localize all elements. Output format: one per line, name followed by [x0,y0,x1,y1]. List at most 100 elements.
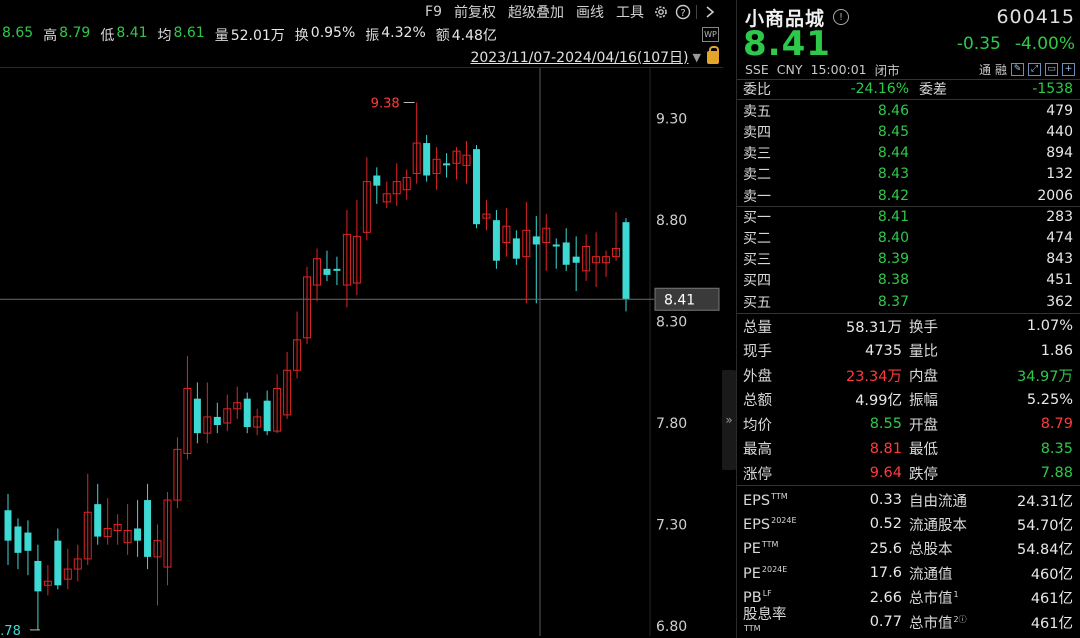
fundamental-label: PE2024E [743,565,803,582]
level-volume: 843 [1046,251,1073,268]
level-label: 卖四 [743,124,771,141]
lock-icon[interactable] [707,45,719,64]
level-label: 卖五 [743,103,771,120]
stat-row: 最高 8.81 最低 8.35 [743,437,1073,461]
fuquan-button[interactable]: 前复权 [448,2,502,22]
fundamental-label-sup: 1 [953,590,959,600]
candle-body [423,143,431,176]
last-price: 8.41 [743,24,831,64]
date-range-selector[interactable]: 2023/11/07-2024/04/16(107日) ▼ [470,45,719,67]
sell-level-row[interactable]: 卖四 8.45 440 [743,121,1073,142]
stat-value: 7.88 [1040,465,1073,481]
min-price-marker: 6.78 [0,624,21,638]
stat-value: 4735 [865,342,902,359]
ohlc-label: 额 [435,28,450,44]
stat-label: 内盘 [909,368,938,385]
gear-icon[interactable] [650,2,672,22]
window-icon[interactable]: ▭ [1045,62,1058,76]
stat-label: 最高 [743,442,772,458]
stat-label: 换手 [909,319,938,336]
level-volume: 479 [1046,102,1073,119]
tools-button[interactable]: 工具 [610,2,650,22]
candle-body [622,222,630,300]
candle-body [144,500,152,557]
stat-row: 外盘 23.34万 内盘 34.97万 [743,363,1073,387]
y-tick-label: 9.30 [656,112,687,128]
sell-level-row[interactable]: 卖二 8.43 132 [743,164,1073,185]
quote-time: 15:00:01 [810,61,867,77]
chevron-right-icon[interactable] [699,2,721,22]
stat-row: 总额 4.99亿 振幅 5.25% [743,388,1073,412]
candlestick-chart[interactable]: 9.30 8.80 8.30 7.80 7.30 6.80 8.41 9.38 6.78 [0,0,723,638]
max-price-marker: 9.38 [371,96,400,111]
stat-value: 58.31万 [845,319,902,336]
fundamental-label-text: 自由流通 [909,493,967,510]
stat-row: 均价 8.55 开盘 8.79 [743,412,1073,436]
ohlc-value: 8.41 [116,25,148,41]
buy-level-row[interactable]: 买一 8.41 283 [743,206,1073,227]
level-price: 8.37 [877,293,909,310]
fundamental-label: 总市值1 [909,587,989,608]
candle-body [94,504,102,537]
candle-body [512,238,520,259]
stat-label: 总额 [743,393,772,409]
sell-level-row[interactable]: 卖一 8.42 2006 [743,185,1073,206]
info-icon[interactable]: ! [833,9,850,25]
stat-value: 8.81 [869,440,902,457]
stat-label: 涨停 [743,466,772,483]
ohlc-label: 换 [294,28,309,44]
stat-value: 8.35 [1040,440,1073,457]
stat-row: 总量 58.31万 换手 1.07% [743,314,1073,338]
fundamental-value: 17.6 [869,565,902,582]
weibi-value: -24.16% [850,80,909,97]
wp-icon[interactable]: WP [702,27,719,42]
fundamental-label: PETTM [743,540,803,557]
level-volume: 474 [1046,229,1073,246]
stat-label: 跌停 [909,466,938,483]
collapse-panel-handle[interactable]: » [722,370,736,470]
level-label: 买五 [743,294,771,311]
ohlc-label: 振 [365,28,380,44]
ohlc-value: 0.95% [310,25,356,41]
stat-label: 振幅 [909,393,938,409]
sell-level-row[interactable]: 卖五 8.46 479 [743,100,1073,121]
f9-button[interactable]: F9 [419,4,448,20]
exchange-label: SSE [745,61,769,77]
date-range-text[interactable]: 2023/11/07-2024/04/16(107日) [470,47,688,67]
add-icon[interactable]: + [1062,62,1075,76]
help-icon[interactable]: ? [672,2,694,22]
candle-body [323,268,331,275]
edit-icon[interactable]: ✎ [1011,62,1024,76]
fundamental-label-sup: 2024E [771,515,797,525]
sell-level-row[interactable]: 卖三 8.44 894 [743,143,1073,164]
stat-value: 1.86 [1040,342,1073,359]
expand-icon[interactable]: ⤢ [1028,62,1041,76]
buy-level-row[interactable]: 买五 8.37 362 [743,291,1073,312]
ohlc-label: 均 [157,28,172,44]
level-price: 8.43 [877,166,909,183]
candle-body [472,149,480,225]
fundamental-label: EPS2024E [743,516,803,533]
level-price: 8.40 [877,229,909,246]
fundamental-value: 24.31亿 [1016,493,1073,510]
candle-body [34,560,42,592]
price-row: 8.41 -0.35 -4.00% [743,24,1075,64]
toolbar-divider [696,5,697,19]
fundamental-label-text: 流通值 [909,566,953,583]
stat-row: 现手 4735 量比 1.86 [743,339,1073,363]
fundamental-value: 54.70亿 [1016,517,1073,534]
caret-down-icon[interactable]: ▼ [693,51,701,64]
level-price: 8.39 [877,251,909,268]
fundamental-label-text: 总市值 [909,615,953,632]
buy-level-row[interactable]: 买三 8.39 843 [743,249,1073,270]
ohlc-item: 低 8.41 [100,25,147,45]
stat-label: 开盘 [909,417,938,434]
overlay-button[interactable]: 超级叠加 [502,2,570,22]
buy-level-row[interactable]: 买二 8.40 474 [743,227,1073,248]
market-status: 闭市 [874,62,900,78]
chart-panel[interactable]: 9.30 8.80 8.30 7.80 7.30 6.80 8.41 9.38 6.78 F9 … [0,0,723,638]
buy-level-row[interactable]: 买四 8.38 451 [743,270,1073,291]
draw-line-button[interactable]: 画线 [570,2,610,22]
level-volume: 440 [1046,123,1073,140]
price-change: -0.35 -4.00% [957,34,1075,54]
